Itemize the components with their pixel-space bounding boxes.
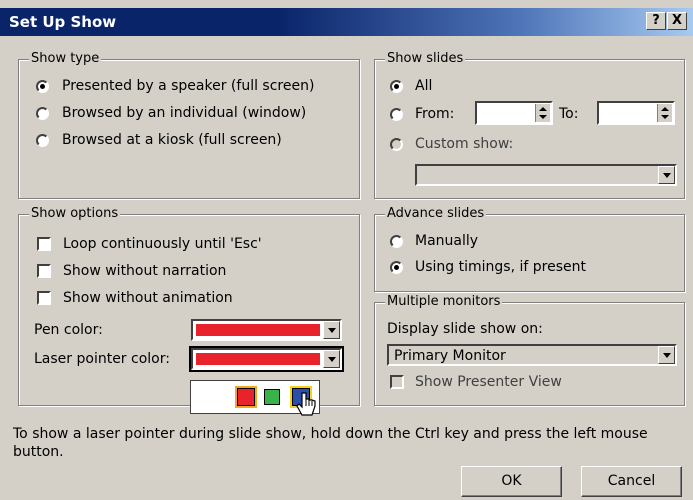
radio-manually[interactable] [390,235,403,248]
radio-browsed-at-kiosk[interactable] [36,134,49,147]
to-label: To: [559,106,579,122]
checkbox-show-presenter-view[interactable] [390,375,404,389]
show-type-legend: Show type [29,51,102,67]
to-spin-buttons[interactable] [657,104,672,122]
close-button[interactable]: X [667,12,687,30]
multiple-monitors-group: Multiple monitors Display slide show on:… [374,294,685,406]
checkbox-label-animation: Show without animation [63,290,233,306]
radio-label-all: All [415,78,433,94]
spin-down-icon [661,115,669,119]
show-options-group: Show options Loop continuously until 'Es… [18,206,360,406]
radio-custom-show[interactable] [390,138,403,151]
radio-label-using-timings: Using timings, if present [415,259,586,275]
laser-pointer-hint-text: To show a laser pointer during slide sho… [13,426,648,460]
hand-cursor-icon [296,392,316,416]
laser-pointer-dropdown-button[interactable] [323,350,340,368]
checkbox-loop-continuously[interactable] [37,237,51,251]
spin-down-icon [539,115,547,119]
radio-browsed-by-individual[interactable] [36,107,49,120]
radio-label-manually: Manually [415,233,479,249]
advance-slides-group: Advance slides Manually Using timings, i… [374,206,685,292]
radio-label-browsed-at-kiosk: Browsed at a kiosk (full screen) [62,132,282,148]
title-bar[interactable]: Set Up Show ? X [0,8,693,36]
radio-dot [394,265,399,270]
checkbox-label-presenter-view: Show Presenter View [415,374,562,390]
spin-up-icon [539,107,547,111]
custom-show-dropdown-button[interactable] [658,166,675,184]
from-spin-buttons[interactable] [535,104,550,122]
to-slide-spinner[interactable] [597,101,675,125]
checkbox-label-narration: Show without narration [63,263,227,279]
help-button[interactable]: ? [646,12,666,30]
show-type-group: Show type Presented by a speaker (full s… [18,51,360,199]
chevron-down-icon [663,353,671,358]
display-monitor-value: Primary Monitor [394,348,506,364]
laser-pointer-color-label: Laser pointer color: [34,351,170,367]
custom-show-dropdown[interactable] [415,164,677,186]
chevron-down-icon [328,328,336,333]
radio-dot [394,84,399,89]
radio-presented-by-speaker[interactable] [36,80,49,93]
chevron-down-icon [663,173,671,178]
show-options-legend: Show options [29,206,121,222]
show-slides-legend: Show slides [385,51,466,67]
show-slides-group: Show slides All From: To: Custom show: [374,51,685,199]
radio-label-browsed-by-individual: Browsed by an individual (window) [62,105,307,121]
palette-swatch-green[interactable] [264,389,280,405]
laser-pointer-color-dropdown[interactable] [189,346,344,372]
radio-label-from: From: [415,106,455,122]
multiple-monitors-legend: Multiple monitors [385,294,503,310]
pen-color-swatch [196,324,320,336]
pen-color-label: Pen color: [34,322,103,338]
pen-color-dropdown-button[interactable] [323,321,340,339]
spin-up-icon [661,107,669,111]
dialog-title: Set Up Show [9,13,117,31]
radio-label-custom-show: Custom show: [415,136,514,152]
radio-using-timings[interactable] [390,261,403,274]
chevron-down-icon [328,357,336,362]
advance-slides-legend: Advance slides [385,206,487,222]
display-monitor-dropdown-button[interactable] [658,346,675,364]
display-monitor-dropdown[interactable]: Primary Monitor [387,344,677,366]
radio-label-presented-by-speaker: Presented by a speaker (full screen) [62,78,315,94]
checkbox-without-animation[interactable] [37,291,51,305]
checkbox-without-narration[interactable] [37,264,51,278]
radio-dot [40,84,45,89]
radio-from-slides[interactable] [390,108,403,121]
display-slide-show-on-label: Display slide show on: [387,321,543,337]
pen-color-dropdown[interactable] [191,319,342,341]
radio-all-slides[interactable] [390,80,403,93]
set-up-show-dialog: Set Up Show ? X Show type Presented by a… [0,0,693,500]
checkbox-label-loop: Loop continuously until 'Esc' [63,236,262,252]
ok-button[interactable]: OK [461,466,562,497]
dialog-body: Show type Presented by a speaker (full s… [0,36,693,500]
cancel-button[interactable]: Cancel [581,466,682,497]
palette-swatch-red[interactable] [235,386,257,408]
laser-pointer-color-swatch [196,353,320,365]
from-slide-spinner[interactable] [475,101,553,125]
